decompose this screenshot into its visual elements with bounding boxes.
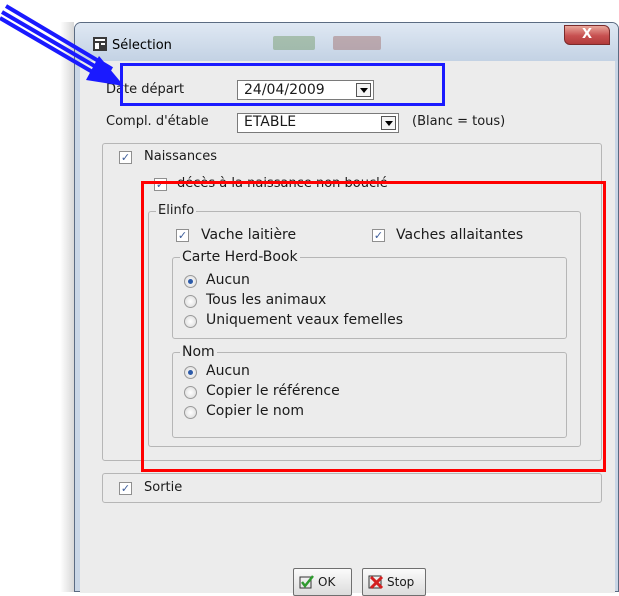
stop-label: Stop <box>387 575 415 589</box>
compl-label: Compl. d'étable <box>106 114 209 129</box>
blurred-toolbar-item <box>273 36 315 50</box>
red-highlight-box <box>141 181 606 472</box>
dropdown-arrow-icon[interactable] <box>381 116 396 130</box>
title-bar[interactable]: Sélection X <box>75 23 618 61</box>
compl-hint: (Blanc = tous) <box>412 114 506 129</box>
compl-combo[interactable]: ETABLE <box>237 113 399 133</box>
sortie-label: Sortie <box>144 480 183 495</box>
ok-label: OK <box>318 575 336 589</box>
naissances-checkbox[interactable]: ✓ <box>119 151 132 164</box>
background-strip <box>0 22 74 592</box>
arrow-pointer-icon <box>0 4 124 86</box>
close-icon: X <box>581 27 593 42</box>
blue-highlight-box <box>120 63 445 106</box>
ok-check-icon <box>299 575 314 589</box>
stop-x-icon <box>368 575 384 590</box>
naissances-label: Naissances <box>144 149 217 164</box>
blurred-toolbar-item <box>333 36 381 50</box>
compl-value: ETABLE <box>244 114 297 130</box>
sortie-checkbox[interactable]: ✓ <box>119 482 132 495</box>
close-button[interactable]: X <box>564 25 610 45</box>
